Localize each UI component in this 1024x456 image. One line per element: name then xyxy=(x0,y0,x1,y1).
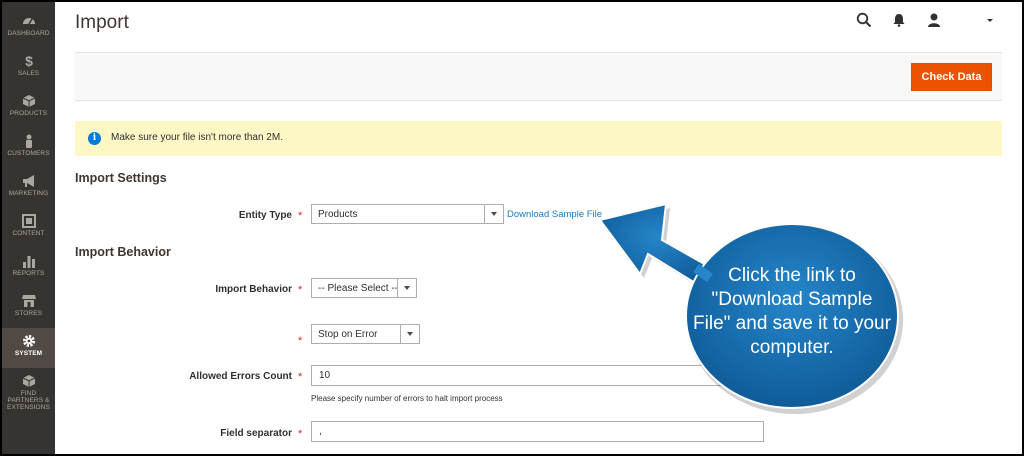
gear-icon xyxy=(22,335,35,347)
import-behavior-value: -- Please Select -- xyxy=(318,283,399,294)
entity-type-value: Products xyxy=(318,209,358,220)
bar-chart-icon xyxy=(22,256,35,268)
required-marker: * xyxy=(298,335,303,347)
sidebar-item-customers[interactable]: CUSTOMERS xyxy=(2,128,55,168)
dollar-icon: $ xyxy=(25,54,33,68)
cube-icon xyxy=(22,95,35,107)
callout-text: Click the link to "Download Sample File"… xyxy=(693,265,891,358)
sidebar-item-label: PRODUCTS xyxy=(9,110,48,117)
bell-icon[interactable] xyxy=(891,12,907,28)
boxes-icon xyxy=(22,375,35,387)
sidebar-item-dashboard[interactable]: DASHBOARD xyxy=(2,8,55,48)
field-separator-value: , xyxy=(319,426,322,437)
page-title: Import xyxy=(75,12,129,33)
import-behavior-select[interactable]: -- Please Select -- xyxy=(311,278,417,298)
sidebar-item-label: REPORTS xyxy=(12,270,45,277)
sidebar-item-label: MARKETING xyxy=(8,190,49,197)
allowed-errors-label: Allowed Errors Count xyxy=(189,371,292,382)
sidebar-item-label: FIND PARTNERS & EXTENSIONS xyxy=(7,390,50,411)
person-icon xyxy=(25,134,32,148)
required-marker: * xyxy=(298,284,303,296)
sidebar-item-sales[interactable]: $ SALES xyxy=(2,48,55,88)
storefront-icon xyxy=(21,295,36,307)
required-marker: * xyxy=(298,428,303,440)
chevron-down-icon xyxy=(400,325,419,343)
sidebar-item-label: SYSTEM xyxy=(14,350,43,357)
sidebar-item-marketing[interactable]: MARKETING xyxy=(2,168,55,208)
info-icon: i xyxy=(88,132,101,145)
sidebar-item-label: SALES xyxy=(17,70,40,77)
dashboard-icon xyxy=(22,18,35,25)
sidebar-item-products[interactable]: PRODUCTS xyxy=(2,88,55,128)
admin-sidebar: DASHBOARD $ SALES PRODUCTS CUSTOMERS MAR… xyxy=(2,2,55,454)
sidebar-item-stores[interactable]: STORES xyxy=(2,288,55,328)
svg-text:$: $ xyxy=(25,54,33,68)
notice-text: Make sure your file isn't more than 2M. xyxy=(111,132,283,143)
entity-type-select[interactable]: Products xyxy=(311,204,504,224)
chevron-down-icon[interactable] xyxy=(982,12,998,28)
sidebar-item-system[interactable]: SYSTEM xyxy=(2,328,55,368)
section-title-import-behavior: Import Behavior xyxy=(75,245,171,259)
layout-icon xyxy=(21,214,36,228)
sidebar-item-label: CUSTOMERS xyxy=(7,150,50,157)
required-marker: * xyxy=(298,371,303,383)
entity-type-label: Entity Type xyxy=(238,210,292,221)
chevron-down-icon xyxy=(397,279,416,297)
allowed-errors-value: 10 xyxy=(319,370,331,381)
page-actions-bar: Check Data xyxy=(75,52,1002,101)
user-icon[interactable] xyxy=(926,12,942,28)
notice-message: i Make sure your file isn't more than 2M… xyxy=(75,121,1002,156)
sidebar-item-label: CONTENT xyxy=(12,230,45,237)
required-marker: * xyxy=(298,210,303,222)
megaphone-icon xyxy=(22,175,34,187)
sidebar-item-reports[interactable]: REPORTS xyxy=(2,248,55,288)
sidebar-item-label: DASHBOARD xyxy=(7,30,50,37)
sidebar-item-label: STORES xyxy=(14,310,43,317)
error-mode-select[interactable]: Stop on Error xyxy=(311,324,420,344)
check-data-button[interactable]: Check Data xyxy=(911,63,992,91)
section-title-import-settings: Import Settings xyxy=(75,171,167,185)
search-icon[interactable] xyxy=(856,12,872,28)
allowed-errors-note: Please specify number of errors to halt … xyxy=(311,394,503,403)
chevron-down-icon xyxy=(484,205,503,223)
import-behavior-label: Import Behavior xyxy=(215,284,292,295)
sidebar-item-find-partners[interactable]: FIND PARTNERS & EXTENSIONS xyxy=(2,368,55,412)
error-mode-value: Stop on Error xyxy=(318,329,378,340)
sidebar-item-content[interactable]: CONTENT xyxy=(2,208,55,248)
admin-window: DASHBOARD $ SALES PRODUCTS CUSTOMERS MAR… xyxy=(2,2,1022,454)
field-separator-label: Field separator xyxy=(220,428,292,439)
